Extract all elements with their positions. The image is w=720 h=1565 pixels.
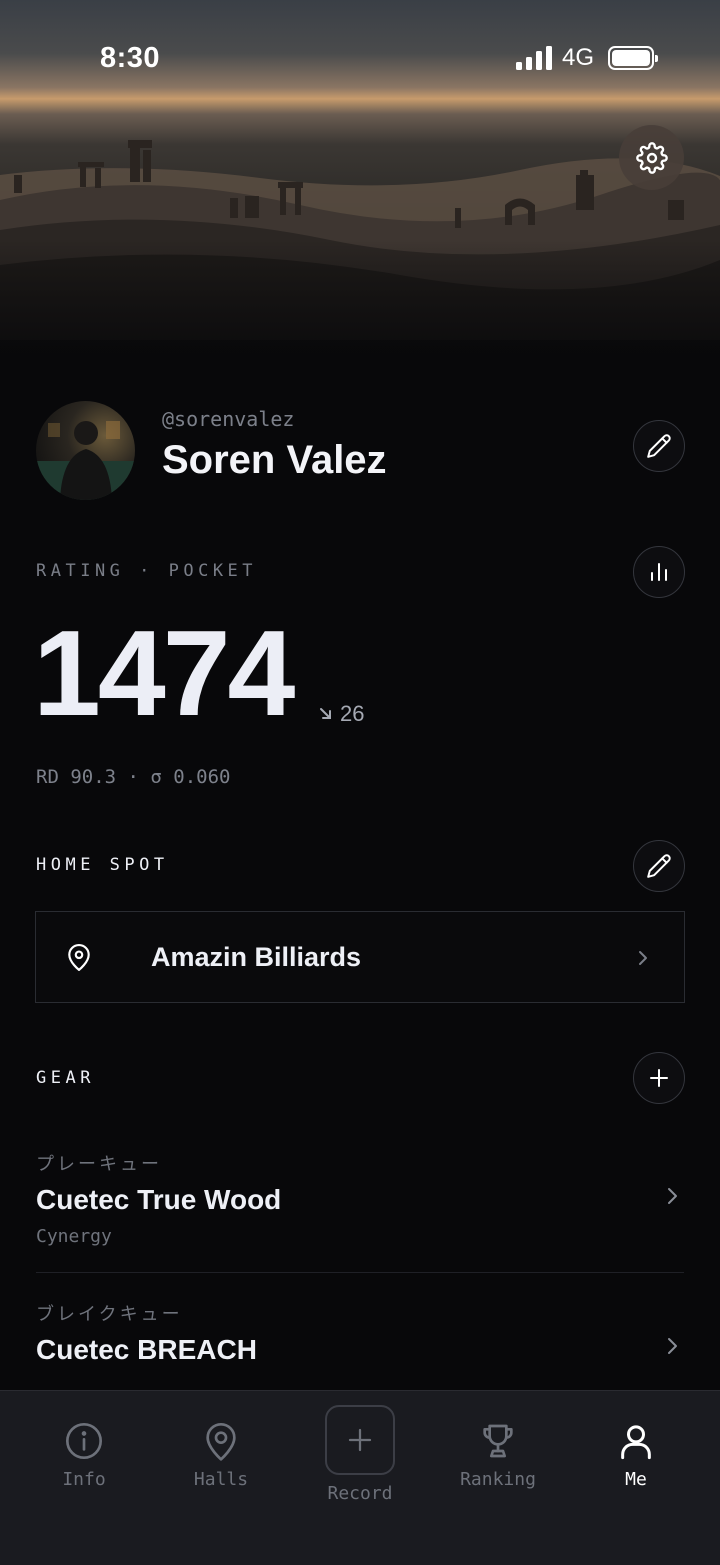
tab-label: Info <box>62 1469 106 1490</box>
tab-label: Ranking <box>460 1469 536 1490</box>
chevron-right-icon <box>668 1338 677 1354</box>
gear-type: ブレイクキュー <box>36 1304 183 1324</box>
battery-icon <box>608 46 658 70</box>
trophy-icon <box>483 1424 513 1458</box>
network-type: 4G <box>562 44 595 71</box>
gear-label: GEAR <box>36 1068 95 1088</box>
gear-icon <box>635 141 668 174</box>
gear-item[interactable]: ブレイクキュー Cuetec BREACH <box>36 1300 684 1380</box>
gear-name: Cuetec True Wood <box>36 1184 282 1215</box>
bar-chart-icon <box>651 563 667 581</box>
info-icon <box>66 1423 102 1459</box>
chevron-right-icon <box>668 1188 677 1204</box>
profile-name: Soren Valez <box>162 438 387 482</box>
edit-home-spot-button[interactable] <box>633 840 685 892</box>
person-icon <box>621 1425 651 1460</box>
arrow-down-right-icon <box>320 708 331 719</box>
location-pin-icon <box>206 1423 236 1461</box>
profile-handle: @sorenvalez <box>162 407 295 431</box>
home-spot-label: HOME SPOT <box>36 855 169 875</box>
chevron-right-icon <box>639 951 647 965</box>
plus-icon <box>348 1428 372 1452</box>
gear-type: プレーキュー <box>36 1154 162 1174</box>
rating-value: 1474 <box>33 605 295 741</box>
plus-icon <box>650 1069 668 1087</box>
pencil-icon <box>647 854 671 878</box>
tab-label: Record <box>327 1483 393 1504</box>
gear-brand: Cynergy <box>36 1226 112 1247</box>
record-button[interactable] <box>325 1405 395 1475</box>
signal-icon <box>516 46 552 70</box>
status-time: 8:30 <box>100 42 161 74</box>
rating-delta-value: 26 <box>340 701 365 726</box>
avatar-photo <box>36 421 135 500</box>
add-gear-button[interactable] <box>633 1052 685 1104</box>
rating-chart-button[interactable] <box>633 546 685 598</box>
pencil-icon <box>647 434 671 458</box>
rating-delta: 26 <box>318 701 364 727</box>
edit-profile-button[interactable] <box>633 420 685 472</box>
settings-button[interactable] <box>619 125 684 190</box>
rating-stats: RD 90.3 · σ 0.060 <box>36 766 231 788</box>
tab-label: Me <box>625 1469 647 1490</box>
rating-label: RATING · POCKET <box>36 561 258 581</box>
gear-divider <box>36 1272 684 1273</box>
status-bar: 8:30 4G <box>0 0 720 118</box>
tab-label: Halls <box>193 1469 249 1490</box>
gear-name: Cuetec BREACH <box>36 1334 257 1365</box>
location-pin-icon <box>68 944 90 971</box>
home-spot-card[interactable]: Amazin Billiards <box>35 911 685 1003</box>
home-spot-venue: Amazin Billiards <box>151 942 362 972</box>
avatar[interactable] <box>36 401 135 500</box>
tab-bar: Info Halls Record Ranking Me <box>0 1390 720 1565</box>
gear-item[interactable]: プレーキュー Cuetec True Wood Cynergy <box>36 1150 684 1260</box>
